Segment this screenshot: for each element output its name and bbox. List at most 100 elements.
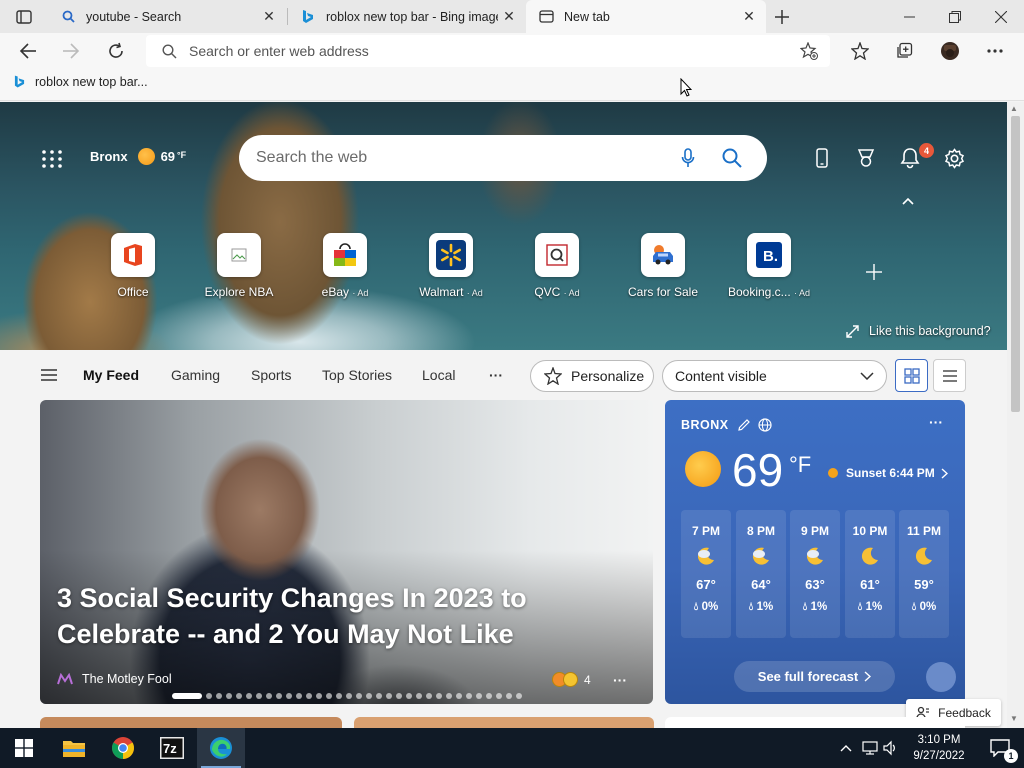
personalize-button[interactable]: Personalize bbox=[530, 360, 654, 392]
nav-top-stories[interactable]: Top Stories bbox=[322, 367, 392, 383]
carousel-dot[interactable] bbox=[496, 693, 502, 699]
quick-link-walmart[interactable]: Walmart · Ad bbox=[401, 233, 501, 299]
scroll-down-arrow-icon[interactable]: ▼ bbox=[1010, 714, 1018, 723]
scroll-up-arrow-icon[interactable]: ▲ bbox=[1010, 104, 1018, 113]
quick-link-ebay[interactable]: eBay · Ad bbox=[295, 233, 395, 299]
collections-button[interactable] bbox=[889, 36, 919, 66]
carousel-dot[interactable] bbox=[486, 693, 492, 699]
weather-summary[interactable]: Bronx 69 °F bbox=[90, 148, 186, 165]
new-tab-button[interactable] bbox=[768, 4, 796, 30]
volume-icon[interactable] bbox=[882, 740, 898, 756]
next-card-preview[interactable] bbox=[665, 717, 965, 728]
weather-card[interactable]: BRONX ··· 69 °F Sunset 6:44 PM 7 PM 67° 💧︎… bbox=[665, 400, 965, 704]
hourly-forecast-item[interactable]: 8 PM 64° 💧︎ 1% bbox=[736, 510, 786, 638]
featured-article-card[interactable]: 3 Social Security Changes In 2023 to Cel… bbox=[40, 400, 653, 704]
close-tab-icon[interactable]: ✕ bbox=[738, 6, 760, 28]
show-hidden-icons-chevron-icon[interactable] bbox=[838, 740, 854, 756]
carousel-dot[interactable] bbox=[446, 693, 452, 699]
next-card-preview[interactable] bbox=[40, 717, 342, 728]
taskbar-edge[interactable] bbox=[197, 728, 245, 768]
microphone-icon[interactable] bbox=[681, 148, 695, 168]
taskbar-7zip[interactable]: 7z bbox=[148, 728, 196, 768]
list-view-button[interactable] bbox=[933, 359, 966, 392]
favorites-button[interactable] bbox=[845, 36, 875, 66]
tab-roblox-bing[interactable]: roblox new top bar - Bing image ✕ bbox=[288, 0, 526, 33]
next-card-preview[interactable] bbox=[354, 717, 654, 728]
carousel-dot[interactable] bbox=[416, 693, 422, 699]
weather-more-button[interactable]: ··· bbox=[929, 414, 943, 430]
profile-button[interactable] bbox=[935, 36, 965, 66]
nav-local[interactable]: Local bbox=[422, 367, 455, 383]
hourly-forecast-item[interactable]: 7 PM 67° 💧︎ 0% bbox=[681, 510, 731, 638]
article-more-button[interactable]: ··· bbox=[613, 672, 627, 688]
chevron-up-icon[interactable] bbox=[899, 194, 917, 208]
back-button[interactable] bbox=[13, 36, 43, 66]
restore-button[interactable] bbox=[932, 0, 978, 33]
hourly-forecast-item[interactable]: 11 PM 59° 💧︎ 0% bbox=[899, 510, 949, 638]
carousel-dot[interactable] bbox=[326, 693, 332, 699]
carousel-dot[interactable] bbox=[516, 693, 522, 699]
start-button[interactable] bbox=[0, 728, 48, 768]
carousel-dot[interactable] bbox=[336, 693, 342, 699]
hamburger-menu-icon[interactable] bbox=[40, 368, 58, 382]
carousel-dot[interactable] bbox=[236, 693, 242, 699]
sunset-info[interactable]: Sunset 6:44 PM bbox=[828, 466, 948, 480]
close-tab-icon[interactable]: ✕ bbox=[258, 6, 280, 28]
rewards-icon[interactable] bbox=[853, 145, 879, 171]
quick-link-qvc[interactable]: QVC · Ad bbox=[507, 233, 607, 299]
globe-icon[interactable] bbox=[758, 418, 772, 432]
tab-new-tab[interactable]: New tab ✕ bbox=[526, 0, 766, 33]
tab-youtube-search[interactable]: youtube - Search ✕ bbox=[48, 0, 286, 33]
carousel-dot[interactable] bbox=[396, 693, 402, 699]
carousel-dot[interactable] bbox=[506, 693, 512, 699]
grid-view-button[interactable] bbox=[895, 359, 928, 392]
minimize-button[interactable] bbox=[886, 0, 932, 33]
quick-link-booking[interactable]: B. Booking.c... · Ad bbox=[719, 233, 819, 299]
carousel-dot[interactable] bbox=[436, 693, 442, 699]
carousel-dot[interactable] bbox=[376, 693, 382, 699]
carousel-dot[interactable] bbox=[346, 693, 352, 699]
carousel-dot[interactable] bbox=[456, 693, 462, 699]
nav-more-button[interactable]: ··· bbox=[489, 367, 503, 383]
network-icon[interactable] bbox=[862, 740, 878, 756]
scrollbar-thumb[interactable] bbox=[1011, 116, 1020, 412]
carousel-dot[interactable] bbox=[466, 693, 472, 699]
hourly-forecast-item[interactable]: 10 PM 61° 💧︎ 1% bbox=[845, 510, 895, 638]
reactions[interactable]: 4 bbox=[552, 672, 591, 687]
apps-launcher-icon[interactable] bbox=[40, 148, 64, 170]
edit-pencil-icon[interactable] bbox=[737, 418, 751, 432]
nav-gaming[interactable]: Gaming bbox=[171, 367, 220, 383]
carousel-dot[interactable] bbox=[386, 693, 392, 699]
taskbar-file-explorer[interactable] bbox=[50, 728, 98, 768]
article-title[interactable]: 3 Social Security Changes In 2023 to Cel… bbox=[57, 580, 617, 652]
carousel-dot[interactable] bbox=[256, 693, 262, 699]
search-icon[interactable] bbox=[722, 148, 742, 168]
web-search-box[interactable]: Search the web bbox=[239, 135, 767, 181]
add-shortcut-plus-icon[interactable] bbox=[864, 262, 884, 282]
article-source[interactable]: The Motley Fool bbox=[57, 672, 172, 686]
close-window-button[interactable] bbox=[978, 0, 1024, 33]
carousel-dot[interactable] bbox=[356, 693, 362, 699]
page-settings-icon[interactable] bbox=[941, 145, 967, 171]
address-bar[interactable]: Search or enter web address bbox=[146, 35, 830, 67]
system-clock[interactable]: 3:10 PM 9/27/2022 bbox=[900, 732, 978, 764]
close-tab-icon[interactable]: ✕ bbox=[498, 6, 520, 28]
carousel-dot[interactable] bbox=[366, 693, 372, 699]
see-full-forecast-button[interactable]: See full forecast bbox=[734, 661, 895, 692]
carousel-dot[interactable] bbox=[286, 693, 292, 699]
carousel-dot[interactable] bbox=[426, 693, 432, 699]
carousel-dot[interactable] bbox=[476, 693, 482, 699]
tab-actions-menu-button[interactable] bbox=[8, 6, 40, 28]
carousel-dot[interactable] bbox=[206, 693, 212, 699]
carousel-dot[interactable] bbox=[276, 693, 282, 699]
like-background-link[interactable]: Like this background? bbox=[846, 324, 991, 338]
carousel-dot[interactable] bbox=[172, 693, 202, 699]
weather-assistant-avatar[interactable] bbox=[926, 662, 956, 692]
carousel-dot[interactable] bbox=[296, 693, 302, 699]
quick-link-office[interactable]: Office bbox=[83, 233, 183, 299]
forward-button[interactable] bbox=[56, 36, 86, 66]
nav-sports[interactable]: Sports bbox=[251, 367, 291, 383]
carousel-dot[interactable] bbox=[316, 693, 322, 699]
carousel-dot[interactable] bbox=[216, 693, 222, 699]
carousel-dot[interactable] bbox=[306, 693, 312, 699]
